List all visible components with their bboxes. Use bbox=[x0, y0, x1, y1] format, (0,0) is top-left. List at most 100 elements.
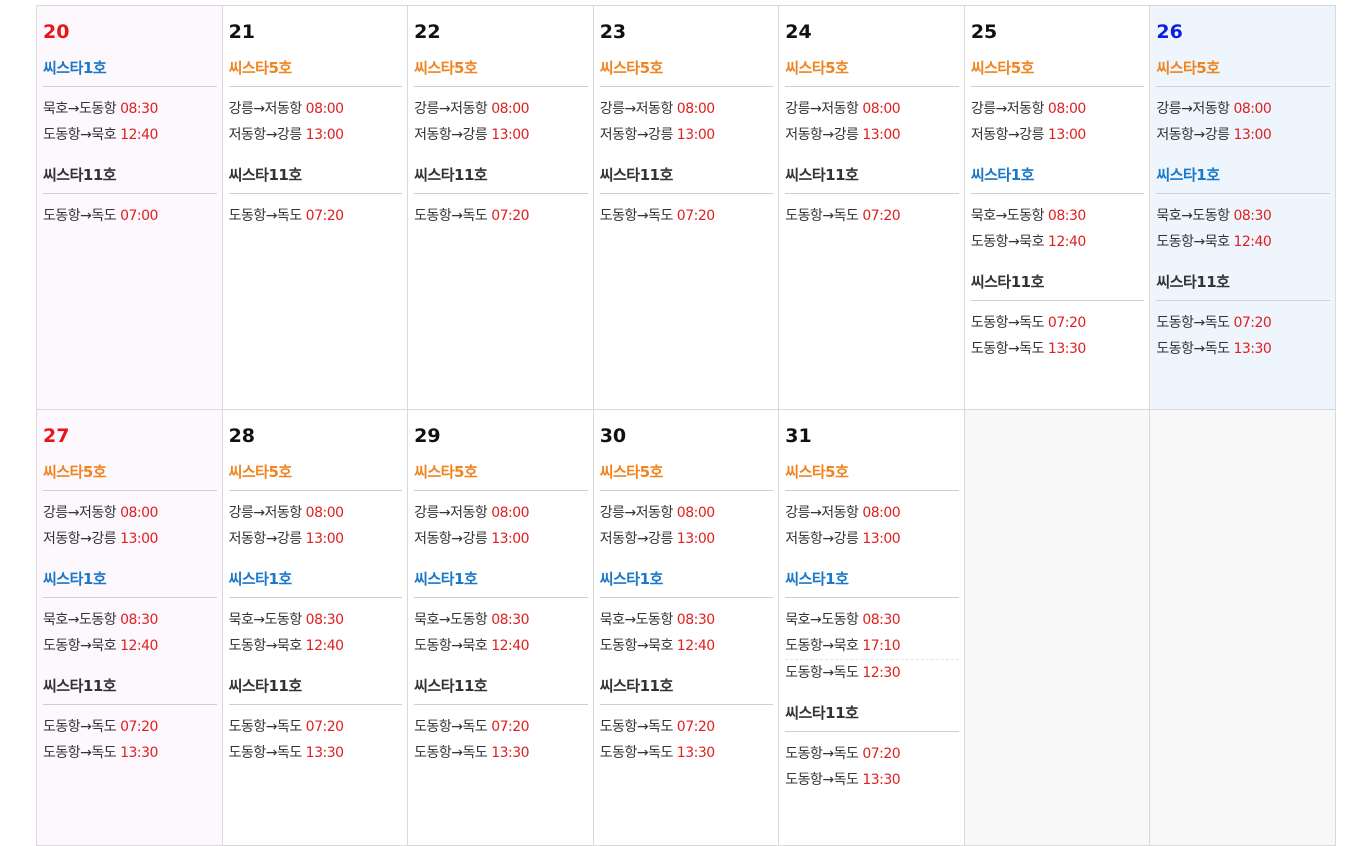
day-number: 29 bbox=[414, 425, 441, 447]
route-item[interactable]: 도동항→독도 07:20 bbox=[414, 203, 588, 229]
ship-name[interactable]: 씨스타1호 bbox=[43, 58, 217, 87]
route-item[interactable]: 도동항→독도 07:20 bbox=[414, 714, 588, 740]
route-item[interactable]: 도동항→독도 13:30 bbox=[229, 740, 403, 766]
route-item[interactable]: 강릉→저동항 08:00 bbox=[600, 96, 774, 122]
route-item[interactable]: 도동항→독도 07:20 bbox=[600, 714, 774, 740]
route-item[interactable]: 묵호→도동항 08:30 bbox=[43, 607, 217, 633]
route-item[interactable]: 묵호→도동항 08:30 bbox=[1156, 203, 1330, 229]
route-item[interactable]: 도동항→독도 12:30 bbox=[785, 659, 959, 686]
route-item[interactable]: 도동항→독도 07:20 bbox=[600, 203, 774, 229]
ship-name[interactable]: 씨스타11호 bbox=[785, 703, 959, 732]
ship-name[interactable]: 씨스타1호 bbox=[1156, 165, 1330, 194]
route-item[interactable]: 도동항→독도 07:00 bbox=[43, 203, 217, 229]
route-item[interactable]: 도동항→독도 07:20 bbox=[229, 714, 403, 740]
route-item[interactable]: 저동항→강릉 13:00 bbox=[43, 526, 217, 552]
route-item[interactable]: 도동항→묵호 12:40 bbox=[43, 122, 217, 148]
route-item[interactable]: 묵호→도동항 08:30 bbox=[785, 607, 959, 633]
departure-time: 07:20 bbox=[1233, 315, 1272, 331]
route-item[interactable]: 강릉→저동항 08:00 bbox=[1156, 96, 1330, 122]
ship-name[interactable]: 씨스타11호 bbox=[1156, 272, 1330, 301]
route-item[interactable]: 도동항→독도 07:20 bbox=[43, 714, 217, 740]
ship-name[interactable]: 씨스타5호 bbox=[414, 58, 588, 87]
ship-name[interactable]: 씨스타11호 bbox=[228, 676, 403, 705]
ship-name[interactable]: 씨스타11호 bbox=[785, 165, 959, 194]
route-item[interactable]: 도동항→독도 07:20 bbox=[971, 310, 1145, 336]
ship-name[interactable]: 씨스타11호 bbox=[970, 272, 1145, 301]
ship-name[interactable]: 씨스타11호 bbox=[414, 165, 588, 194]
route-item[interactable]: 강릉→저동항 08:00 bbox=[414, 500, 588, 526]
route-item[interactable]: 저동항→강릉 13:00 bbox=[785, 526, 959, 552]
route-item[interactable]: 강릉→저동항 08:00 bbox=[229, 96, 403, 122]
departure-time: 12:40 bbox=[305, 638, 344, 654]
route-item[interactable]: 강릉→저동항 08:00 bbox=[971, 96, 1145, 122]
route-item[interactable]: 도동항→묵호 12:40 bbox=[414, 633, 588, 659]
route-item[interactable]: 도동항→묵호 12:40 bbox=[1156, 229, 1330, 255]
route-item[interactable]: 저동항→강릉 13:00 bbox=[600, 122, 774, 148]
route-item[interactable]: 도동항→묵호 12:40 bbox=[229, 633, 403, 659]
route-item[interactable]: 도동항→독도 07:20 bbox=[229, 203, 403, 229]
route-item[interactable]: 저동항→강릉 13:00 bbox=[414, 526, 588, 552]
route-item[interactable]: 저동항→강릉 13:00 bbox=[1156, 122, 1330, 148]
route-item[interactable]: 도동항→독도 07:20 bbox=[1156, 310, 1330, 336]
ship-name[interactable]: 씨스타5호 bbox=[599, 462, 774, 491]
ship-name[interactable]: 씨스타1호 bbox=[228, 569, 403, 598]
ship-name[interactable]: 씨스타11호 bbox=[228, 165, 403, 194]
departure-time: 08:00 bbox=[1047, 101, 1086, 117]
route-item[interactable]: 도동항→독도 13:30 bbox=[1156, 336, 1330, 362]
ship-name[interactable]: 씨스타1호 bbox=[785, 569, 959, 598]
route-item[interactable]: 도동항→독도 13:30 bbox=[785, 767, 959, 793]
ship-name[interactable]: 씨스타1호 bbox=[414, 569, 588, 598]
ship-name[interactable]: 씨스타5호 bbox=[43, 462, 217, 491]
ship-name[interactable]: 씨스타5호 bbox=[599, 58, 774, 87]
ship-name[interactable]: 씨스타5호 bbox=[228, 58, 403, 87]
ship-name[interactable]: 씨스타5호 bbox=[1156, 58, 1330, 87]
route-item[interactable]: 도동항→묵호 12:40 bbox=[43, 633, 217, 659]
route-item[interactable]: 도동항→묵호 12:40 bbox=[600, 633, 774, 659]
ship-name[interactable]: 씨스타11호 bbox=[414, 676, 588, 705]
ship-name[interactable]: 씨스타5호 bbox=[785, 462, 959, 491]
ship-name[interactable]: 씨스타5호 bbox=[414, 462, 588, 491]
route-item[interactable]: 저동항→강릉 13:00 bbox=[971, 122, 1145, 148]
route-item[interactable]: 강릉→저동항 08:00 bbox=[600, 500, 774, 526]
route-item[interactable]: 강릉→저동항 08:00 bbox=[785, 500, 959, 526]
ship-name[interactable]: 씨스타1호 bbox=[43, 569, 217, 598]
ship-name[interactable]: 씨스타1호 bbox=[599, 569, 774, 598]
ship-name[interactable]: 씨스타11호 bbox=[43, 165, 217, 194]
departure-time: 08:30 bbox=[1047, 208, 1086, 224]
route-item[interactable]: 도동항→묵호 17:10 bbox=[785, 633, 959, 659]
route-item[interactable]: 도동항→묵호 12:40 bbox=[971, 229, 1145, 255]
ship-schedule: 씨스타5호강릉→저동항 08:00 저동항→강릉 13:00 bbox=[414, 462, 588, 552]
ship-name[interactable]: 씨스타5호 bbox=[970, 58, 1145, 87]
route-item[interactable]: 묵호→도동항 08:30 bbox=[43, 96, 217, 122]
route-item[interactable]: 묵호→도동항 08:30 bbox=[229, 607, 403, 633]
route-text: 도동항→독도 bbox=[970, 341, 1045, 357]
route-item[interactable]: 저동항→강릉 13:00 bbox=[414, 122, 588, 148]
route-item[interactable]: 저동항→강릉 13:00 bbox=[785, 122, 959, 148]
route-text: 도동항→독도 bbox=[970, 315, 1045, 331]
route-item[interactable]: 저동항→강릉 13:00 bbox=[229, 122, 403, 148]
departure-time: 07:20 bbox=[676, 208, 715, 224]
ship-name[interactable]: 씨스타1호 bbox=[970, 165, 1145, 194]
route-item[interactable]: 도동항→독도 13:30 bbox=[414, 740, 588, 766]
route-item[interactable]: 묵호→도동항 08:30 bbox=[971, 203, 1145, 229]
ship-name[interactable]: 씨스타11호 bbox=[599, 676, 774, 705]
route-item[interactable]: 강릉→저동항 08:00 bbox=[414, 96, 588, 122]
route-item[interactable]: 강릉→저동항 08:00 bbox=[229, 500, 403, 526]
ship-name[interactable]: 씨스타11호 bbox=[43, 676, 217, 705]
route-item[interactable]: 묵호→도동항 08:30 bbox=[600, 607, 774, 633]
route-item[interactable]: 강릉→저동항 08:00 bbox=[785, 96, 959, 122]
route-item[interactable]: 도동항→독도 13:30 bbox=[43, 740, 217, 766]
ship-name[interactable]: 씨스타11호 bbox=[599, 165, 774, 194]
ship-name[interactable]: 씨스타5호 bbox=[785, 58, 959, 87]
route-item[interactable]: 도동항→독도 13:30 bbox=[971, 336, 1145, 362]
ship-name[interactable]: 씨스타5호 bbox=[228, 462, 403, 491]
route-item[interactable]: 묵호→도동항 08:30 bbox=[414, 607, 588, 633]
route-item[interactable]: 저동항→강릉 13:00 bbox=[600, 526, 774, 552]
route-item[interactable]: 저동항→강릉 13:00 bbox=[229, 526, 403, 552]
route-item[interactable]: 도동항→독도 07:20 bbox=[785, 741, 959, 767]
route-item[interactable]: 강릉→저동항 08:00 bbox=[43, 500, 217, 526]
route-item[interactable]: 도동항→독도 07:20 bbox=[785, 203, 959, 229]
route-text: 묵호→도동항 bbox=[43, 101, 117, 117]
route-item[interactable]: 도동항→독도 13:30 bbox=[600, 740, 774, 766]
ship-schedule: 씨스타11호도동항→독도 07:20 도동항→독도 13:30 bbox=[414, 676, 588, 766]
